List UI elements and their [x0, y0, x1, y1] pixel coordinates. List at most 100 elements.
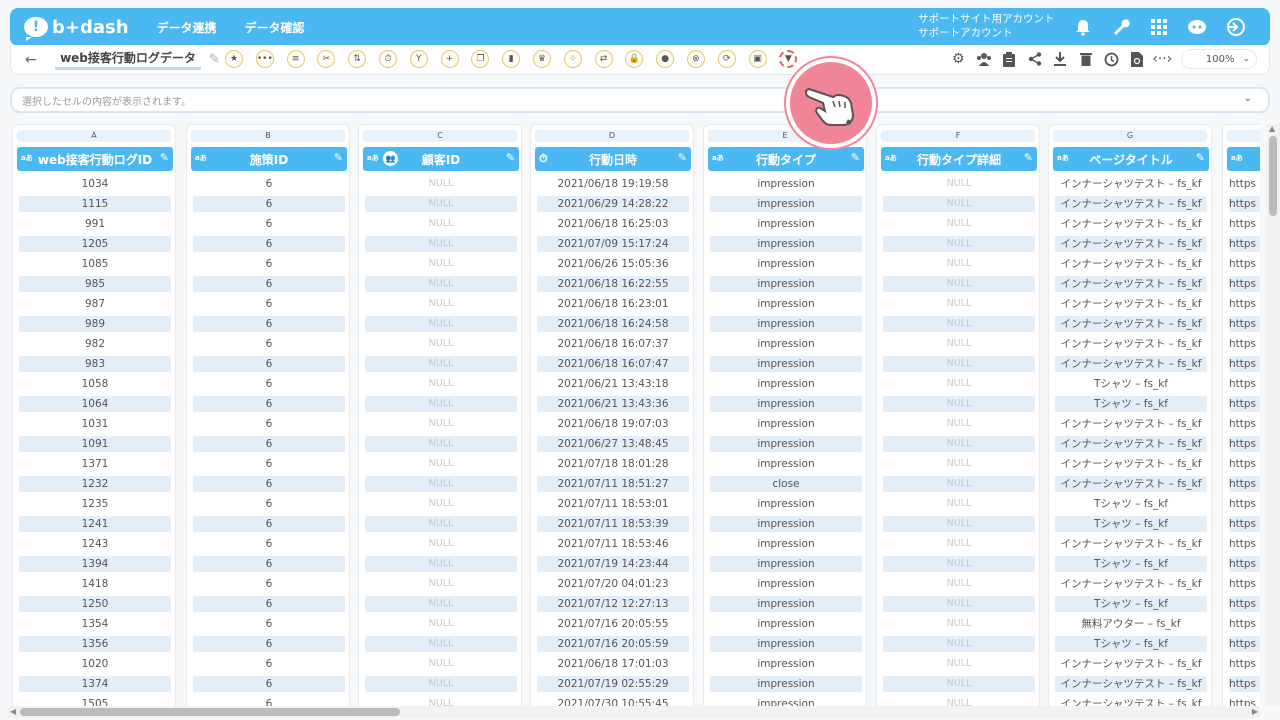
table-cell[interactable]: 6 — [193, 536, 345, 552]
table-cell[interactable]: 1064 — [19, 396, 171, 412]
table-cell[interactable]: インナーシャツテスト – fs_kf — [1055, 236, 1207, 252]
table-cell[interactable]: Tシャツ – fs_kf — [1055, 596, 1207, 612]
table-cell[interactable]: インナーシャツテスト – fs_kf — [1055, 676, 1207, 692]
table-cell[interactable]: 991 — [19, 216, 171, 232]
download-icon[interactable] — [1048, 52, 1074, 66]
table-cell[interactable]: NULL — [883, 276, 1035, 292]
column-header[interactable]: ⏱ 行動日時 ✎ — [535, 147, 691, 171]
table-cell[interactable]: Tシャツ – fs_kf — [1055, 496, 1207, 512]
table-cell[interactable]: impression — [710, 496, 862, 512]
vertical-scrollbar[interactable]: ▲ — [1266, 124, 1280, 706]
back-arrow-icon[interactable]: ← — [25, 52, 45, 68]
table-cell[interactable]: 2021/07/30 10:55:45 — [537, 696, 689, 706]
table-cell[interactable]: NULL — [883, 536, 1035, 552]
table-cell[interactable]: 6 — [193, 556, 345, 572]
horizontal-scroll-thumb[interactable] — [20, 708, 400, 716]
dots-grid-icon[interactable]: ⁘ — [563, 50, 582, 68]
table-cell[interactable]: NULL — [883, 616, 1035, 632]
table-cell[interactable]: impression — [710, 296, 862, 312]
column-header[interactable]: aあ✎ — [1227, 147, 1260, 171]
table-cell[interactable]: 6 — [193, 636, 345, 652]
table-cell[interactable]: 1232 — [19, 476, 171, 492]
table-cell[interactable]: impression — [710, 416, 862, 432]
table-cell[interactable]: https — [1229, 476, 1260, 492]
scroll-up-icon[interactable]: ▲ — [1269, 124, 1275, 133]
table-cell[interactable]: Tシャツ – fs_kf — [1055, 556, 1207, 572]
table-cell[interactable]: 6 — [193, 436, 345, 452]
table-cell[interactable]: 1250 — [19, 596, 171, 612]
table-cell[interactable]: https — [1229, 176, 1260, 192]
table-cell[interactable]: 1020 — [19, 656, 171, 672]
table-cell[interactable]: NULL — [365, 336, 517, 352]
table-cell[interactable]: インナーシャツテスト – fs_kf — [1055, 476, 1207, 492]
table-cell[interactable]: impression — [710, 396, 862, 412]
table-cell[interactable]: impression — [710, 356, 862, 372]
table-cell[interactable]: 6 — [193, 516, 345, 532]
filter-icon[interactable]: ▼ — [779, 50, 798, 68]
column-letter[interactable]: F — [881, 130, 1035, 142]
grid-apps-icon[interactable] — [1140, 15, 1178, 39]
table-cell[interactable]: NULL — [365, 216, 517, 232]
table-cell[interactable]: 1085 — [19, 256, 171, 272]
table-cell[interactable]: インナーシャツテスト – fs_kf — [1055, 336, 1207, 352]
timer-icon[interactable]: ⏱ — [378, 50, 397, 68]
table-cell[interactable]: NULL — [883, 436, 1035, 452]
table-cell[interactable]: 2021/07/11 18:53:01 — [537, 496, 689, 512]
history-icon[interactable] — [1099, 52, 1125, 67]
table-cell[interactable]: NULL — [883, 356, 1035, 372]
table-cell[interactable]: NULL — [883, 556, 1035, 572]
users-icon[interactable] — [971, 52, 997, 66]
table-cell[interactable]: Tシャツ – fs_kf — [1055, 376, 1207, 392]
table-cell[interactable]: https — [1229, 696, 1260, 706]
bag-icon[interactable]: ● — [656, 50, 675, 68]
table-cell[interactable]: 985 — [19, 276, 171, 292]
settings-gear-icon[interactable]: ⚙ — [946, 51, 972, 67]
table-cell[interactable]: インナーシャツテスト – fs_kf — [1055, 576, 1207, 592]
table-cell[interactable]: https — [1229, 436, 1260, 452]
table-cell[interactable]: 6 — [193, 236, 345, 252]
table-cell[interactable]: NULL — [365, 356, 517, 372]
table-cell[interactable]: 無料アウター – fs_kf — [1055, 616, 1207, 632]
column-letter[interactable]: B — [191, 130, 345, 142]
nav-data-check[interactable]: データ確認 — [245, 19, 305, 36]
table-cell[interactable]: https — [1229, 596, 1260, 612]
wrench-icon[interactable] — [1102, 15, 1140, 39]
table-cell[interactable]: 6 — [193, 216, 345, 232]
table-cell[interactable]: 983 — [19, 356, 171, 372]
table-cell[interactable]: インナーシャツテスト – fs_kf — [1055, 216, 1207, 232]
table-cell[interactable]: 982 — [19, 336, 171, 352]
table-cell[interactable]: NULL — [365, 196, 517, 212]
table-cell[interactable]: 6 — [193, 696, 345, 706]
table-cell[interactable]: impression — [710, 236, 862, 252]
edit-column-icon[interactable]: ✎ — [334, 151, 343, 164]
table-cell[interactable]: 1394 — [19, 556, 171, 572]
edit-column-icon[interactable]: ✎ — [1196, 151, 1205, 164]
table-cell[interactable]: 2021/06/29 14:28:22 — [537, 196, 689, 212]
table-cell[interactable]: NULL — [365, 576, 517, 592]
table-cell[interactable]: 1243 — [19, 536, 171, 552]
table-cell[interactable]: impression — [710, 556, 862, 572]
branch-icon[interactable]: Y — [409, 50, 428, 68]
table-cell[interactable]: impression — [710, 636, 862, 652]
table-cell[interactable]: Tシャツ – fs_kf — [1055, 636, 1207, 652]
table-cell[interactable]: impression — [710, 516, 862, 532]
column-header[interactable]: aあ 施策ID ✎ — [191, 147, 347, 171]
table-cell[interactable]: https — [1229, 416, 1260, 432]
table-cell[interactable]: NULL — [883, 336, 1035, 352]
table-cell[interactable]: 6 — [193, 616, 345, 632]
table-cell[interactable]: NULL — [883, 396, 1035, 412]
table-cell[interactable]: インナーシャツテスト – fs_kf — [1055, 256, 1207, 272]
table-cell[interactable]: 2021/07/09 15:17:24 — [537, 236, 689, 252]
table-cell[interactable]: 1356 — [19, 636, 171, 652]
code-icon[interactable]: ‹··› — [1150, 51, 1176, 67]
table-cell[interactable]: 1354 — [19, 616, 171, 632]
file-sync-icon[interactable] — [1124, 51, 1150, 67]
favorite-icon[interactable]: ★ — [225, 50, 243, 68]
refresh-icon[interactable]: ⟳ — [717, 50, 736, 68]
table-cell[interactable]: impression — [710, 276, 862, 292]
cell-content-bar[interactable]: 選択したセルの内容が表示されます。 ⌄ — [10, 87, 1270, 113]
table-cell[interactable]: https — [1229, 536, 1260, 552]
edit-column-icon[interactable]: ✎ — [1024, 151, 1033, 164]
lock-icon[interactable]: 🔒 — [625, 50, 644, 68]
bell-icon[interactable] — [1064, 15, 1102, 39]
